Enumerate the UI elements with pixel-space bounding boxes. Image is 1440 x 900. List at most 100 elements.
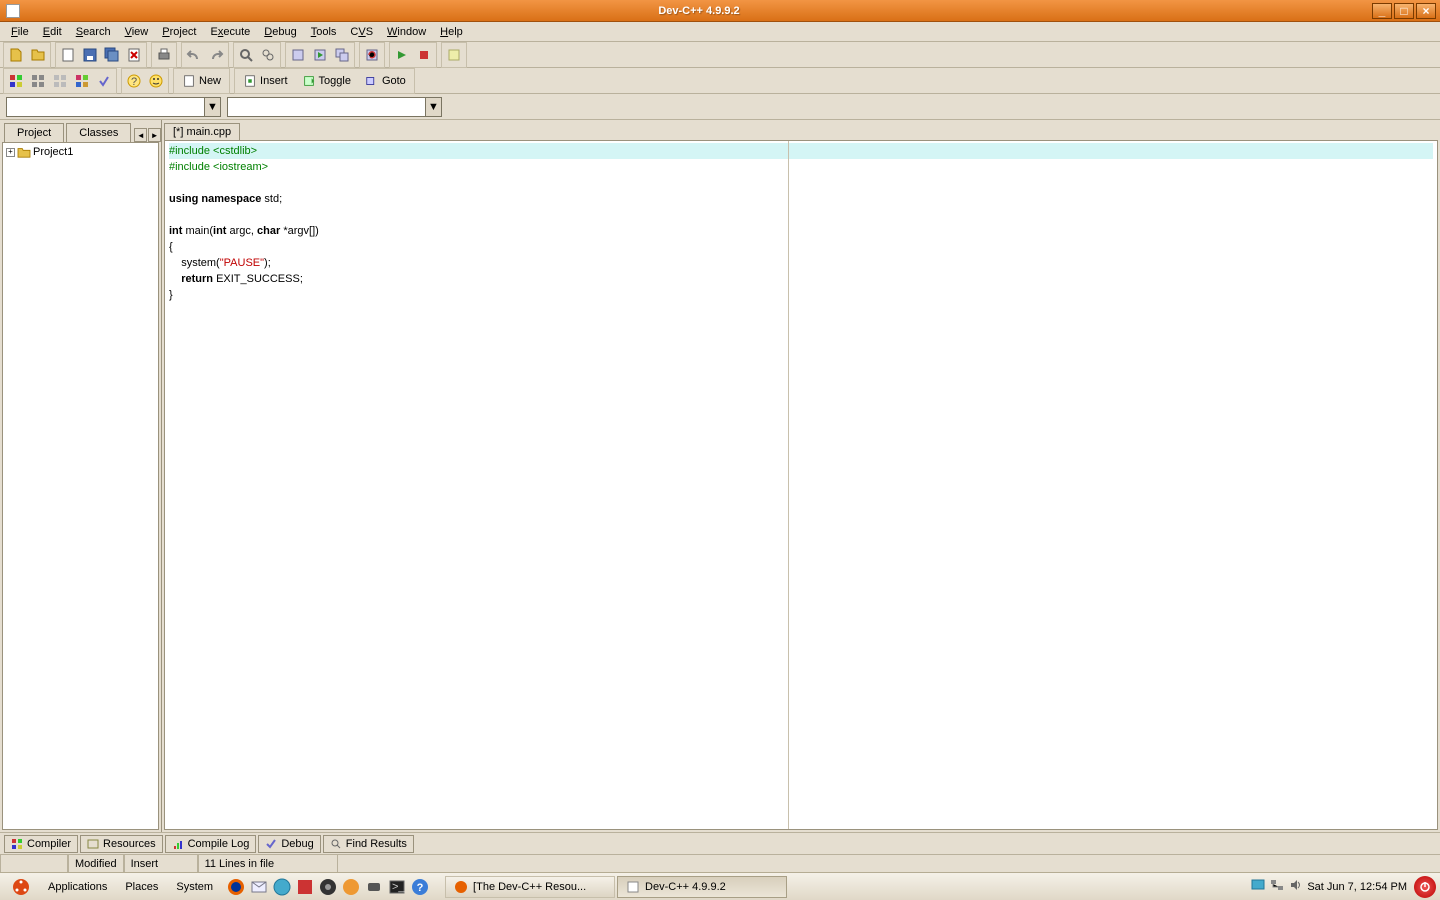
firefox-icon[interactable] xyxy=(225,876,247,898)
tab-classes[interactable]: Classes xyxy=(66,123,131,142)
tool-a4[interactable] xyxy=(71,70,93,92)
tab-find-results[interactable]: Find Results xyxy=(323,835,414,853)
mail-icon[interactable] xyxy=(248,876,270,898)
menu-debug[interactable]: Debug xyxy=(257,24,303,40)
menu-window[interactable]: Window xyxy=(380,24,433,40)
svg-text:?: ? xyxy=(131,76,137,88)
tool-a1[interactable] xyxy=(5,70,27,92)
save-button[interactable] xyxy=(79,44,101,66)
close-button[interactable]: × xyxy=(1416,3,1436,19)
run-button[interactable] xyxy=(309,44,331,66)
output-tabs: Compiler Resources Compile Log Debug Fin… xyxy=(0,832,1440,854)
taskbar-item-devcpp[interactable]: Dev-C++ 4.9.9.2 xyxy=(617,876,787,898)
project-root[interactable]: + Project1 xyxy=(5,145,156,159)
tab-next-icon[interactable]: ► xyxy=(148,128,161,142)
tab-debug[interactable]: Debug xyxy=(258,835,320,853)
menu-cvs[interactable]: CVS xyxy=(343,24,380,40)
toolbar-secondary: ? New Insert Toggle Goto xyxy=(0,68,1440,94)
tool-a5[interactable] xyxy=(93,70,115,92)
function-combo[interactable]: ▼ xyxy=(227,97,442,117)
find-button[interactable] xyxy=(235,44,257,66)
app-icon-2[interactable] xyxy=(317,876,339,898)
rebuild-button[interactable] xyxy=(361,44,383,66)
menu-search[interactable]: Search xyxy=(69,24,118,40)
stop-button[interactable] xyxy=(413,44,435,66)
menu-applications[interactable]: Applications xyxy=(40,877,115,897)
compile-run-button[interactable] xyxy=(331,44,353,66)
power-button[interactable] xyxy=(1414,876,1436,898)
insert-button[interactable]: Insert xyxy=(236,70,295,92)
toolbar-main xyxy=(0,42,1440,68)
menu-view[interactable]: View xyxy=(118,24,156,40)
toggle-button[interactable]: Toggle xyxy=(295,70,358,92)
tab-resources[interactable]: Resources xyxy=(80,835,163,853)
about-button[interactable] xyxy=(145,70,167,92)
menu-system[interactable]: System xyxy=(168,877,221,897)
menu-places[interactable]: Places xyxy=(117,877,166,897)
new-source-button[interactable] xyxy=(5,44,27,66)
tray-volume-icon[interactable] xyxy=(1288,877,1304,896)
svg-text:>_: >_ xyxy=(392,881,405,893)
minimize-button[interactable]: _ xyxy=(1372,3,1392,19)
main-area: Project Classes ◄ ► + Project1 [*] main.… xyxy=(0,120,1440,832)
status-lines: 11 Lines in file xyxy=(198,855,338,872)
help-button[interactable]: ? xyxy=(123,70,145,92)
app-icon-1[interactable] xyxy=(294,876,316,898)
save-all-button[interactable] xyxy=(101,44,123,66)
redo-button[interactable] xyxy=(205,44,227,66)
os-taskbar: Applications Places System >_ ? [The Dev… xyxy=(0,872,1440,900)
code-editor[interactable]: #include <cstdlib>#include <iostream> us… xyxy=(165,141,1437,829)
profile-button[interactable] xyxy=(443,44,465,66)
file-tab[interactable]: [*] main.cpp xyxy=(164,123,240,140)
status-bar: Modified Insert 11 Lines in file xyxy=(0,854,1440,872)
window-titlebar: Dev-C++ 4.9.9.2 _ □ × xyxy=(0,0,1440,22)
menu-edit[interactable]: Edit xyxy=(36,24,69,40)
expand-icon[interactable]: + xyxy=(6,148,15,157)
margin-line xyxy=(788,141,789,829)
tool-a3[interactable] xyxy=(49,70,71,92)
tab-compile-log[interactable]: Compile Log xyxy=(165,835,257,853)
new-project-button[interactable] xyxy=(27,44,49,66)
editor-panel: [*] main.cpp #include <cstdlib>#include … xyxy=(162,120,1440,832)
maximize-button[interactable]: □ xyxy=(1394,3,1414,19)
project-name: Project1 xyxy=(33,146,73,158)
close-file-button[interactable] xyxy=(123,44,145,66)
folder-icon xyxy=(17,146,31,158)
goto-button[interactable]: Goto xyxy=(358,70,413,92)
undo-button[interactable] xyxy=(183,44,205,66)
app-icon-4[interactable] xyxy=(363,876,385,898)
side-panel: Project Classes ◄ ► + Project1 xyxy=(0,120,162,832)
tray-network-icon[interactable] xyxy=(1269,877,1285,896)
menu-file[interactable]: File xyxy=(4,24,36,40)
taskbar-item-firefox[interactable]: [The Dev-C++ Resou... xyxy=(445,876,615,898)
globe-icon[interactable] xyxy=(271,876,293,898)
tool-a2[interactable] xyxy=(27,70,49,92)
print-button[interactable] xyxy=(153,44,175,66)
status-insert: Insert xyxy=(124,855,198,872)
replace-button[interactable] xyxy=(257,44,279,66)
window-title: Dev-C++ 4.9.9.2 xyxy=(26,5,1372,17)
chevron-down-icon: ▼ xyxy=(204,98,220,116)
project-tree[interactable]: + Project1 xyxy=(2,142,159,830)
menu-tools[interactable]: Tools xyxy=(304,24,344,40)
terminal-icon[interactable]: >_ xyxy=(386,876,408,898)
help-icon[interactable]: ? xyxy=(409,876,431,898)
clock[interactable]: Sat Jun 7, 12:54 PM xyxy=(1307,881,1407,893)
menu-execute[interactable]: Execute xyxy=(204,24,258,40)
status-cell-1 xyxy=(0,855,68,872)
svg-text:?: ? xyxy=(417,882,424,894)
tab-project[interactable]: Project xyxy=(4,123,64,143)
ubuntu-logo[interactable] xyxy=(4,874,38,900)
compile-button[interactable] xyxy=(287,44,309,66)
open-button[interactable] xyxy=(57,44,79,66)
menu-project[interactable]: Project xyxy=(155,24,203,40)
new-unit-button[interactable]: New xyxy=(175,70,228,92)
tab-prev-icon[interactable]: ◄ xyxy=(134,128,147,142)
class-combo[interactable]: ▼ xyxy=(6,97,221,117)
app-icon-3[interactable] xyxy=(340,876,362,898)
tray-desktop-icon[interactable] xyxy=(1250,877,1266,896)
menu-help[interactable]: Help xyxy=(433,24,470,40)
debug-button[interactable] xyxy=(391,44,413,66)
tab-compiler[interactable]: Compiler xyxy=(4,835,78,853)
toolbar-combos: ▼ ▼ xyxy=(0,94,1440,120)
